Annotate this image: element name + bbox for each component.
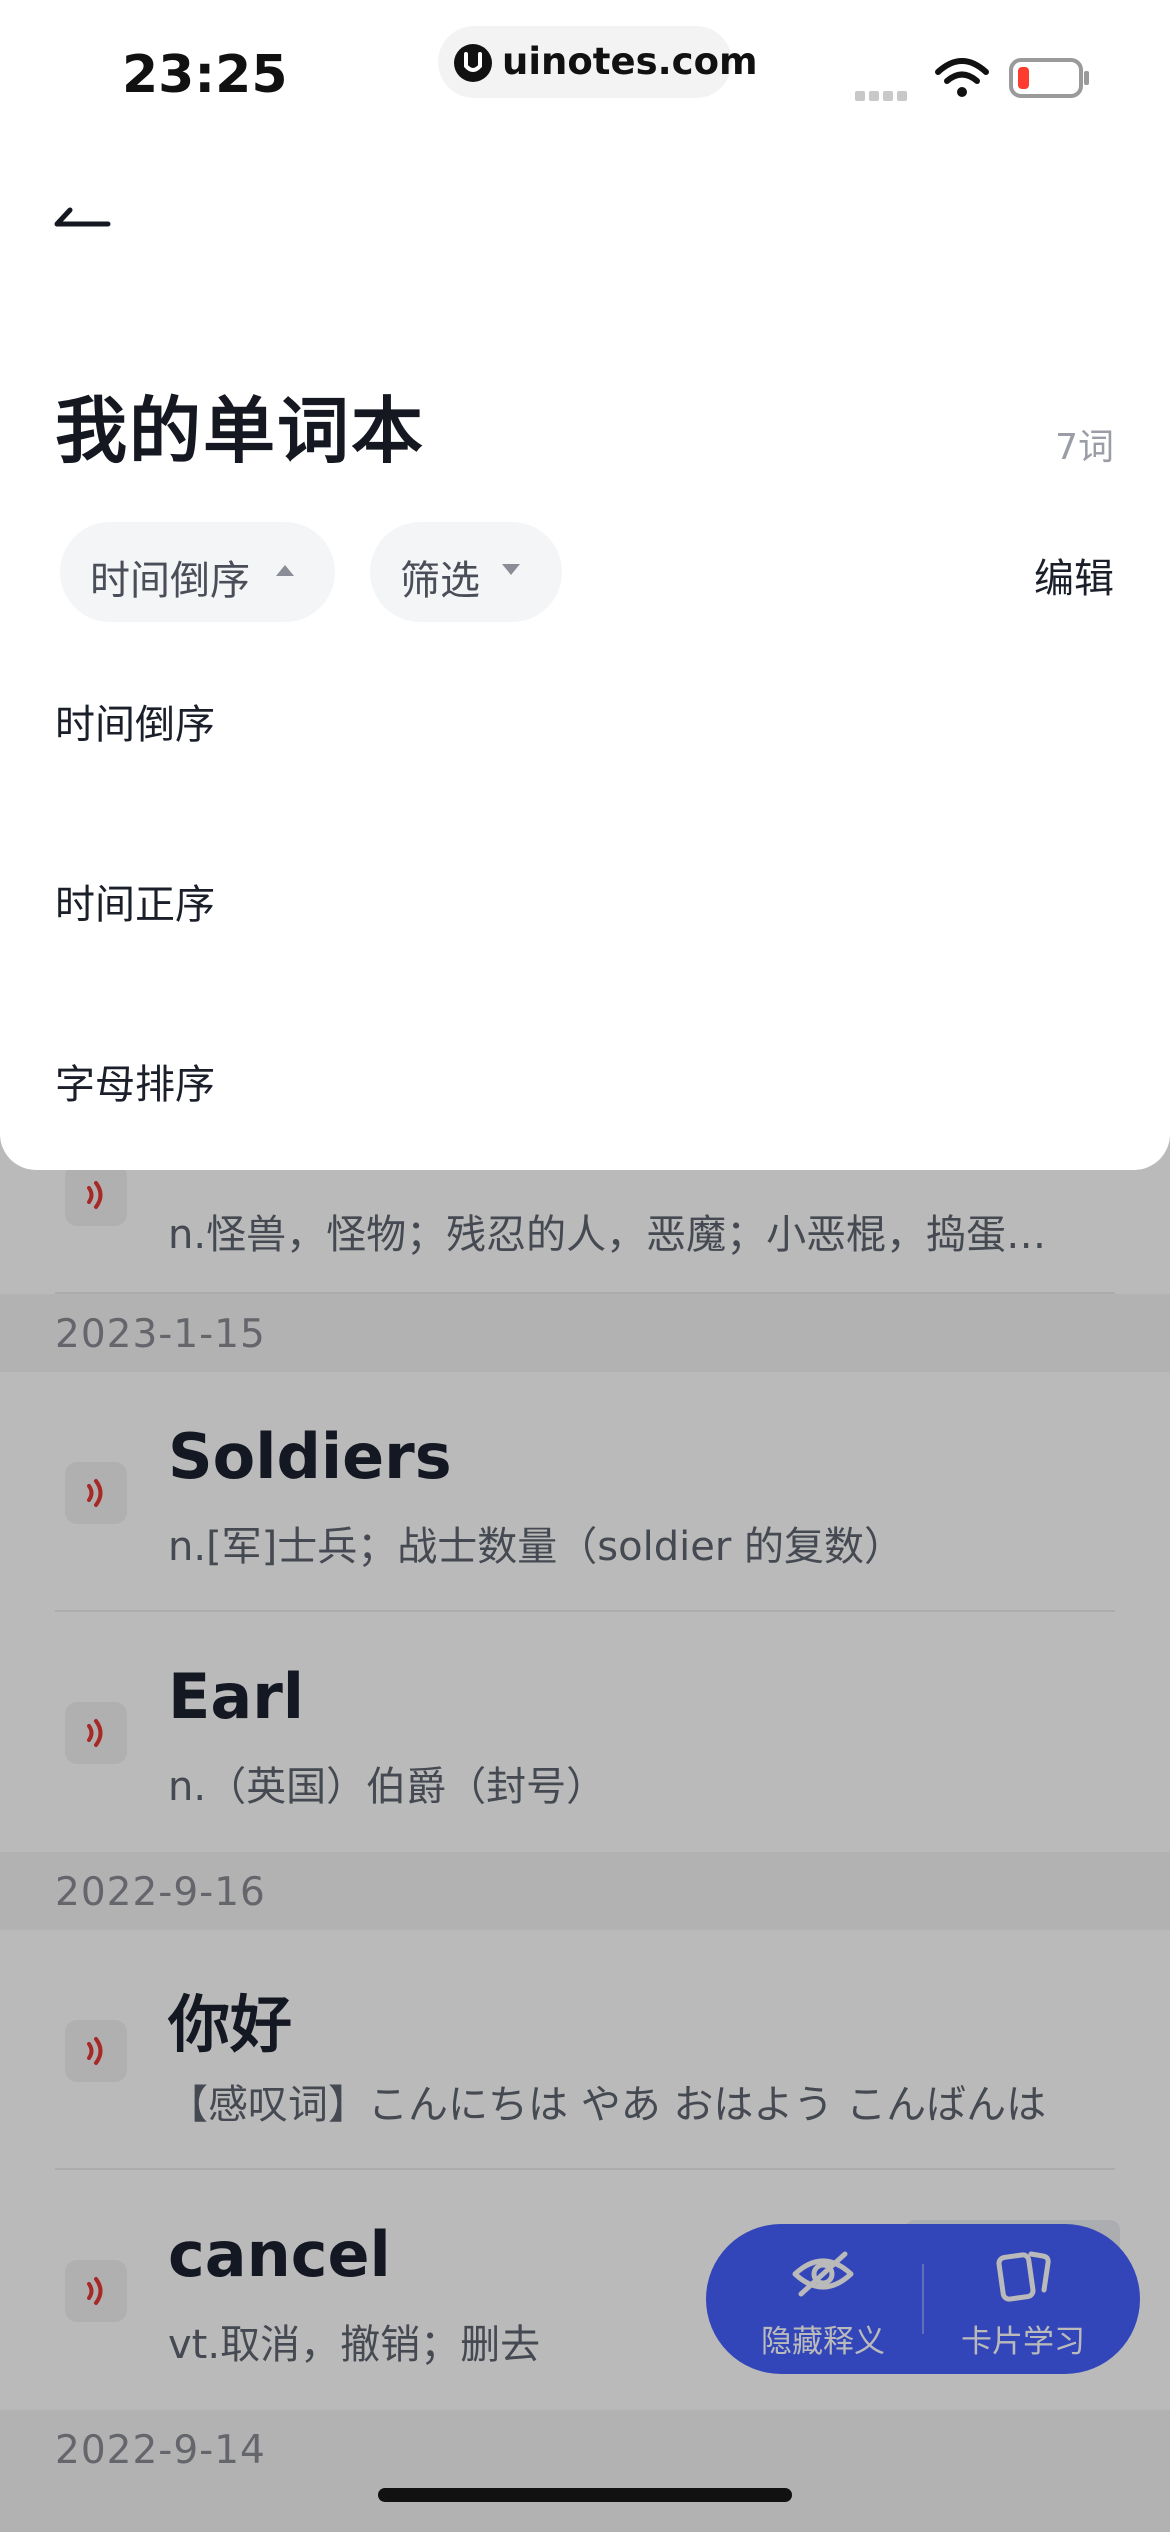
url-text: uinotes.com [502, 40, 758, 83]
back-arrow-icon [54, 207, 111, 227]
sort-option-time-asc[interactable]: 时间正序 [55, 872, 215, 930]
wifi-icon [935, 58, 989, 97]
status-bar: 23:25 uinotes.com [0, 0, 1170, 120]
home-indicator [378, 2488, 792, 2502]
word-count: 7词 [1055, 427, 1114, 468]
filter-chip-label: 筛选 [400, 558, 480, 604]
url-pill: uinotes.com [438, 26, 758, 98]
edit-button[interactable]: 编辑 [1034, 546, 1114, 604]
sort-chip-label: 时间倒序 [90, 558, 250, 604]
sort-chip[interactable]: 时间倒序 [60, 522, 335, 622]
signal-icon [855, 86, 911, 105]
caret-down-icon [502, 564, 520, 575]
sort-option-time-desc[interactable]: 时间倒序 [55, 692, 215, 750]
filter-chip[interactable]: 筛选 [370, 522, 562, 622]
battery-icon [1009, 58, 1089, 98]
caret-up-icon [276, 565, 294, 576]
status-time: 23:25 [122, 45, 288, 105]
back-button[interactable] [52, 200, 122, 250]
sort-sheet: 23:25 uinotes.com 我的单词本 7词 时间倒序 筛选 编辑 时间… [0, 0, 1170, 1170]
sort-option-alphabetical[interactable]: 字母排序 [55, 1052, 215, 1110]
site-logo-icon [454, 44, 492, 82]
page-title: 我的单词本 [55, 389, 426, 473]
